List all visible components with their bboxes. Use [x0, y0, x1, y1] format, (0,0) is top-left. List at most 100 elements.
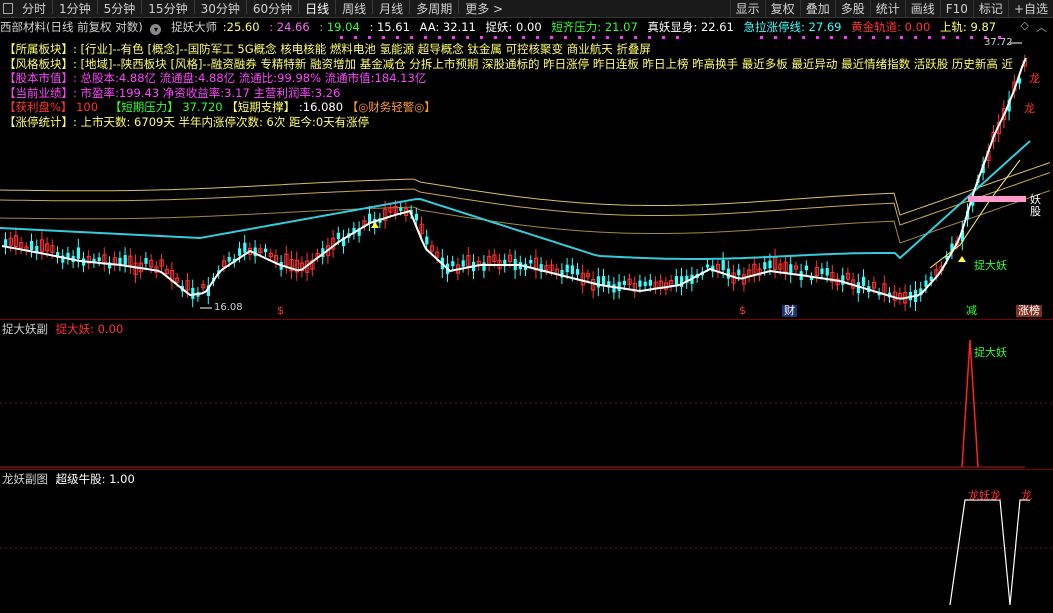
zhangbang-badge: 涨榜	[1016, 304, 1042, 317]
top-dot-marker	[900, 36, 903, 39]
candle-body	[825, 268, 829, 276]
top-dot-marker	[648, 36, 651, 39]
yaogu-label: 妖股	[1030, 193, 1041, 218]
top-dot-marker	[340, 36, 343, 39]
top-dot-marker	[382, 36, 385, 39]
candle-body	[638, 280, 642, 287]
top-dot-marker	[522, 36, 525, 39]
top-dot-marker	[970, 36, 973, 39]
middle-band-line	[0, 172, 1051, 226]
panel2-title: 捉大妖副	[2, 322, 48, 336]
candle-body	[451, 261, 455, 267]
candle-body	[570, 265, 574, 275]
top-dot-marker	[438, 36, 441, 39]
top-dot-marker	[676, 36, 679, 39]
top-dot-marker	[564, 36, 567, 39]
top-dot-marker	[508, 36, 511, 39]
top-dot-marker	[634, 36, 637, 39]
candle-body	[238, 248, 242, 256]
panel3-divider	[0, 469, 1053, 470]
top-dot-marker	[466, 36, 469, 39]
candle-body	[76, 247, 80, 259]
candle-body	[576, 269, 580, 275]
candle-body	[264, 248, 268, 253]
candle-body	[648, 279, 652, 286]
candle-body	[763, 262, 767, 270]
candle-body	[721, 259, 725, 271]
dollar-badge-2: $	[739, 304, 746, 317]
candle-body	[399, 207, 403, 211]
candle-body	[617, 281, 621, 292]
candle-body	[804, 265, 808, 271]
low-price-label: 16.08	[214, 302, 243, 313]
top-dot-marker	[494, 36, 497, 39]
top-dot-marker	[480, 36, 483, 39]
top-dot-marker	[774, 36, 777, 39]
top-dot-marker	[858, 36, 861, 39]
top-dot-marker	[816, 36, 819, 39]
top-dot-marker	[578, 36, 581, 39]
kline-chart[interactable]	[0, 0, 1053, 613]
panel2-title-bar: 捉大妖副 捉大妖: 0.00	[2, 322, 123, 336]
panel2-divider	[0, 319, 1053, 320]
candle-body	[726, 268, 730, 279]
candle-body	[123, 255, 127, 265]
candle-body	[243, 242, 247, 253]
candle-body	[643, 281, 647, 287]
top-dot-marker	[354, 36, 357, 39]
top-dot-marker	[550, 36, 553, 39]
top-dot-marker	[396, 36, 399, 39]
candle-body	[820, 268, 824, 274]
candle-body	[602, 276, 606, 285]
panel3-marker-2: 龙	[1021, 489, 1032, 502]
long-label: 龙	[1024, 102, 1035, 115]
candle-body	[191, 288, 195, 299]
top-dot-marker	[928, 36, 931, 39]
top-dot-marker	[760, 36, 763, 39]
dollar-badge-1: $	[277, 304, 284, 317]
panel3-title: 龙妖副图	[2, 472, 48, 486]
candle-body	[97, 257, 101, 262]
high-price-label: 37.72	[984, 37, 1013, 48]
buy-arrow-2	[958, 256, 966, 262]
candle-body	[622, 280, 626, 285]
top-dot-marker	[886, 36, 889, 39]
top-dot-marker	[844, 36, 847, 39]
candle-body	[529, 260, 533, 264]
candle-body	[565, 264, 569, 273]
top-dot-marker	[368, 36, 371, 39]
top-dot-marker	[872, 36, 875, 39]
candle-body	[706, 264, 710, 268]
top-dot-marker	[914, 36, 917, 39]
top-dot-marker	[606, 36, 609, 39]
top-dot-marker	[592, 36, 595, 39]
candle-body	[612, 284, 616, 293]
top-dot-marker	[788, 36, 791, 39]
panel2-value: 捉大妖: 0.00	[55, 322, 124, 336]
panel3-marker-1: 龙妖龙	[968, 489, 1001, 502]
long2-label: 龙	[1029, 72, 1040, 85]
candle-body	[596, 276, 600, 288]
candle-body	[144, 257, 148, 264]
top-dot-marker	[452, 36, 455, 39]
top-dot-marker	[956, 36, 959, 39]
panel3-title-bar: 龙妖副图 超级牛股: 1.00	[2, 472, 135, 486]
candle-body	[841, 275, 845, 285]
candle-body	[227, 257, 231, 262]
top-dot-marker	[620, 36, 623, 39]
candle-body	[30, 240, 34, 251]
zhuodayao-label: 捉大妖	[974, 259, 1007, 272]
jian-badge: 减	[966, 304, 977, 317]
candle-body	[737, 269, 741, 276]
candle-body	[482, 262, 486, 271]
panel3-step-line	[949, 499, 1030, 606]
top-dot-marker	[410, 36, 413, 39]
top-dot-marker	[942, 36, 945, 39]
candle-body	[425, 236, 429, 245]
candle-body	[336, 232, 340, 240]
candle-body	[461, 260, 465, 267]
top-dot-marker	[424, 36, 427, 39]
candle-body	[768, 260, 772, 269]
top-dot-marker	[830, 36, 833, 39]
top-dot-marker	[536, 36, 539, 39]
